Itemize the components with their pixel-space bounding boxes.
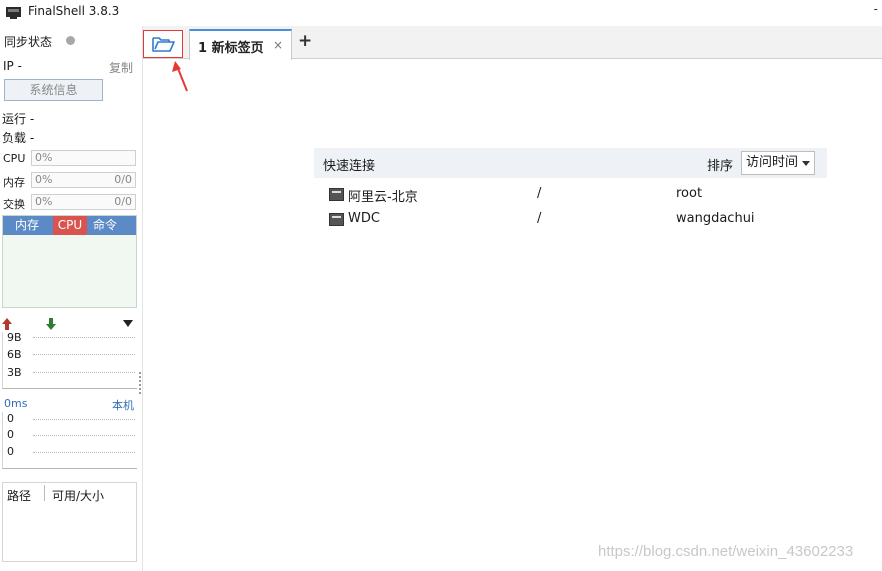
load-label: 负载 - [2, 131, 35, 145]
ping-graph: 0 0 0 [2, 412, 137, 469]
watermark: https://blog.csdn.net/weixin_43602233 [598, 543, 854, 560]
cpu-meter: 0% [31, 150, 136, 166]
ping-axis-label: 0 [7, 445, 14, 458]
memory-meter: 0% 0/0 [31, 172, 136, 188]
left-sidebar: 同步状态 IP - 复制 系统信息 运行 - 负载 - CPU 0% 内存 0%… [0, 26, 143, 571]
sort-by-command-tab[interactable]: 命令 [89, 216, 121, 235]
title-bar: FinalShell 3.8.3 - [0, 0, 882, 26]
net-axis-label: 9B [7, 331, 22, 344]
connection-name: 阿里云-北京 [348, 190, 418, 205]
terminal-icon [329, 213, 344, 226]
connection-name: WDC [348, 211, 380, 226]
open-folder-button[interactable] [143, 30, 183, 58]
tab-new-tab[interactable]: 1 新标签页 × [189, 29, 292, 60]
connection-row[interactable]: 阿里云-北京 / root [314, 183, 827, 207]
ping-host-link[interactable]: 本机 [112, 397, 134, 413]
terminal-icon [329, 188, 344, 201]
sort-label: 排序 [707, 159, 734, 174]
disk-available-header[interactable]: 可用/大小 [52, 487, 104, 504]
cpu-value: 0% [35, 151, 53, 164]
window-title: FinalShell 3.8.3 [28, 4, 120, 18]
close-tab-icon[interactable]: × [273, 38, 283, 52]
tab-bar: 1 新标签页 × + [143, 26, 882, 60]
memory-value: 0% [35, 173, 53, 186]
swap-usage: 0/0 [114, 195, 132, 208]
add-tab-button[interactable]: + [298, 31, 312, 51]
connection-row[interactable]: WDC / wangdachui [314, 208, 827, 232]
ping-latency: 0ms [4, 397, 28, 410]
column-divider [44, 485, 45, 501]
ip-label: IP - [3, 59, 22, 73]
swap-label: 交换 [3, 198, 25, 211]
process-list: 内存 CPU 命令 [2, 215, 137, 308]
connection-user: root [676, 186, 703, 201]
disk-path-header[interactable]: 路径 [7, 487, 31, 504]
system-info-button[interactable]: 系统信息 [4, 79, 103, 101]
cpu-label: CPU [3, 152, 26, 165]
sort-by-cpu-tab[interactable]: CPU [53, 216, 87, 235]
memory-label: 内存 [3, 176, 25, 189]
ping-axis-label: 0 [7, 428, 14, 441]
uptime-label: 运行 - [2, 112, 35, 126]
annotation-arrow-icon [172, 61, 188, 92]
folder-open-icon [152, 37, 175, 52]
ping-axis-label: 0 [7, 412, 14, 425]
sync-status-dot-icon [66, 36, 75, 45]
swap-meter: 0% 0/0 [31, 194, 136, 210]
quick-connect-title: 快速连接 [323, 159, 376, 174]
swap-value: 0% [35, 195, 53, 208]
chevron-down-icon [802, 161, 810, 166]
interface-dropdown-icon[interactable] [123, 320, 133, 327]
net-axis-label: 6B [7, 348, 22, 361]
tab-label: 1 新标签页 [198, 41, 264, 56]
network-header [2, 317, 136, 331]
process-list-header: 内存 CPU 命令 [3, 216, 136, 235]
sort-select-value: 访问时间 [746, 155, 799, 170]
sort-by-memory-tab[interactable]: 内存 [3, 216, 51, 235]
copy-ip-link[interactable]: 复制 [109, 59, 133, 76]
sync-status-label: 同步状态 [4, 35, 53, 49]
connection-user: wangdachui [676, 211, 755, 226]
memory-usage: 0/0 [114, 173, 132, 186]
quick-connect-header: 快速连接 排序 访问时间 [314, 148, 827, 178]
upload-arrow-icon [2, 318, 12, 330]
panel-splitter-handle[interactable] [139, 372, 141, 394]
net-axis-label: 3B [7, 366, 22, 379]
minimize-button[interactable]: - [874, 2, 878, 16]
sort-select[interactable]: 访问时间 [741, 151, 815, 175]
download-arrow-icon [46, 318, 56, 330]
network-graph: 9B 6B 3B [2, 331, 137, 389]
connection-path: / [537, 211, 542, 226]
app-logo-icon [6, 7, 21, 19]
connection-path: / [537, 186, 542, 201]
